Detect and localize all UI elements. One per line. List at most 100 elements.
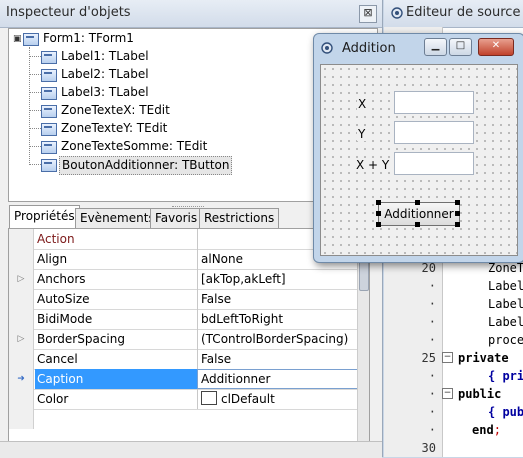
property-value[interactable]: [akTop,akLeft] — [197, 269, 359, 289]
caption-value-input[interactable]: Additionner — [197, 369, 360, 389]
property-value[interactable]: bdLeftToRight — [197, 309, 359, 329]
tab-restrictions[interactable]: Restrictions — [199, 208, 280, 228]
form-title: Addition — [342, 41, 396, 56]
property-row[interactable]: Align alNone — [9, 249, 357, 270]
resize-handle[interactable] — [415, 200, 420, 205]
zonetextesomme-edit[interactable] — [394, 152, 474, 175]
property-row-selected[interactable]: ➜ Caption Additionner — [9, 369, 360, 390]
resize-handle[interactable] — [455, 222, 460, 227]
label-y[interactable]: Y — [357, 127, 367, 141]
row-gutter — [9, 409, 34, 429]
editor-title: Editeur de source — [406, 5, 521, 20]
property-name: Cancel — [37, 352, 78, 366]
property-value[interactable]: False — [197, 289, 359, 309]
property-row[interactable]: BidiMode bdLeftToRight — [9, 309, 357, 330]
tab-proprietes[interactable]: Propriétés — [9, 205, 80, 229]
line-number: · — [428, 369, 436, 383]
property-row[interactable]: Cancel False — [9, 349, 357, 370]
expand-arrow-icon[interactable]: ▷ — [9, 269, 34, 289]
property-name: Caption — [35, 369, 197, 389]
splitter-handle[interactable] — [172, 201, 204, 207]
maximize-icon[interactable]: □ — [449, 38, 472, 56]
zonetextex-edit[interactable] — [394, 91, 474, 114]
row-gutter — [9, 389, 34, 409]
gear-icon — [391, 7, 403, 19]
property-value[interactable]: (TControlBorderSpacing) — [197, 329, 359, 349]
fold-toggle-icon[interactable]: − — [442, 352, 453, 363]
expand-arrow-icon[interactable]: ▷ — [9, 329, 34, 349]
row-gutter — [9, 349, 34, 369]
code-line[interactable]: private — [458, 351, 509, 365]
component-icon — [41, 141, 57, 154]
property-row[interactable]: Action — [9, 229, 357, 250]
resize-handle[interactable] — [415, 222, 420, 227]
form-icon — [23, 33, 39, 46]
line-number: · — [428, 387, 436, 401]
line-number: · — [428, 405, 436, 419]
code-line[interactable]: end; — [472, 423, 501, 437]
tree-item-label: ZoneTexteX: TEdit — [61, 103, 170, 117]
fold-toggle-icon[interactable]: − — [442, 388, 453, 399]
row-gutter — [9, 289, 34, 309]
resize-handle[interactable] — [455, 211, 460, 216]
tree-item-label: ZoneTexteY: TEdit — [61, 121, 168, 135]
tree-item-label: Label2: TLabel — [61, 67, 149, 81]
tree-item-label: ZoneTexteSomme: TEdit — [61, 139, 208, 153]
gear-icon — [321, 42, 333, 54]
line-number: 25 — [421, 351, 436, 365]
property-name: BorderSpacing — [37, 332, 125, 346]
property-row[interactable]: Color clDefault — [9, 389, 357, 410]
code-line[interactable]: proce — [488, 333, 523, 347]
code-line[interactable]: ZoneT — [488, 261, 523, 275]
line-number: · — [428, 297, 436, 311]
tree-item-label: Label1: TLabel — [61, 49, 149, 63]
line-number: · — [428, 315, 436, 329]
row-gutter — [9, 229, 34, 249]
property-row[interactable]: ▷ Anchors [akTop,akLeft] — [9, 269, 357, 290]
tree-item-label: BoutonAdditionner: TButton — [59, 156, 233, 175]
row-gutter — [9, 309, 34, 329]
property-row[interactable]: AutoSize False — [9, 289, 357, 310]
form-designer-window[interactable]: Addition ▁ □ ✕ X Y X + Y Additionner — [313, 33, 523, 263]
property-value[interactable]: False — [197, 349, 359, 369]
resize-handle[interactable] — [376, 211, 381, 216]
current-row-arrow-icon: ➜ — [9, 369, 34, 389]
component-icon — [41, 87, 57, 100]
tab-evenements[interactable]: Evènements — [75, 208, 160, 228]
code-line[interactable]: { pri — [488, 369, 523, 383]
code-line[interactable]: public — [458, 387, 501, 401]
form-design-canvas[interactable]: X Y X + Y — [320, 64, 518, 256]
row-gutter — [9, 249, 34, 269]
resize-handle[interactable] — [376, 222, 381, 227]
property-value[interactable]: clDefault — [197, 389, 359, 409]
close-icon[interactable]: ✕ — [478, 38, 514, 56]
tree-item-label: Label3: TLabel — [61, 85, 149, 99]
code-line[interactable]: Label — [488, 315, 523, 329]
inspector-title-bar: Inspecteur d'objets ⊠ — [0, 0, 382, 28]
code-line[interactable]: Label — [488, 297, 523, 311]
tab-favoris[interactable]: Favoris — [150, 208, 203, 228]
tree-item-label: Form1: TForm1 — [43, 31, 134, 45]
component-icon — [41, 159, 57, 172]
zonetextey-edit[interactable] — [394, 121, 474, 144]
close-icon[interactable]: ⊠ — [359, 5, 377, 23]
minimize-icon[interactable]: ▁ — [424, 38, 447, 56]
resize-handle[interactable] — [376, 200, 381, 205]
component-icon — [41, 69, 57, 82]
inspector-title: Inspecteur d'objets — [6, 5, 131, 20]
label-sum[interactable]: X + Y — [355, 158, 391, 172]
editor-title-bar: Editeur de source — [384, 0, 523, 28]
resize-handle[interactable] — [455, 200, 460, 205]
collapse-icon[interactable]: ▣ — [13, 34, 22, 44]
code-keyword: end — [472, 423, 494, 437]
line-number: 20 — [421, 261, 436, 275]
component-icon — [41, 105, 57, 118]
component-icon — [41, 123, 57, 136]
label-x[interactable]: X — [357, 97, 368, 111]
property-name: BidiMode — [37, 312, 93, 326]
property-row[interactable]: ▷ BorderSpacing (TControlBorderSpacing) — [9, 329, 357, 350]
code-line[interactable]: { pub — [488, 405, 523, 419]
property-row-empty — [9, 409, 357, 429]
line-number: · — [428, 279, 436, 293]
code-line[interactable]: Label — [488, 279, 523, 293]
